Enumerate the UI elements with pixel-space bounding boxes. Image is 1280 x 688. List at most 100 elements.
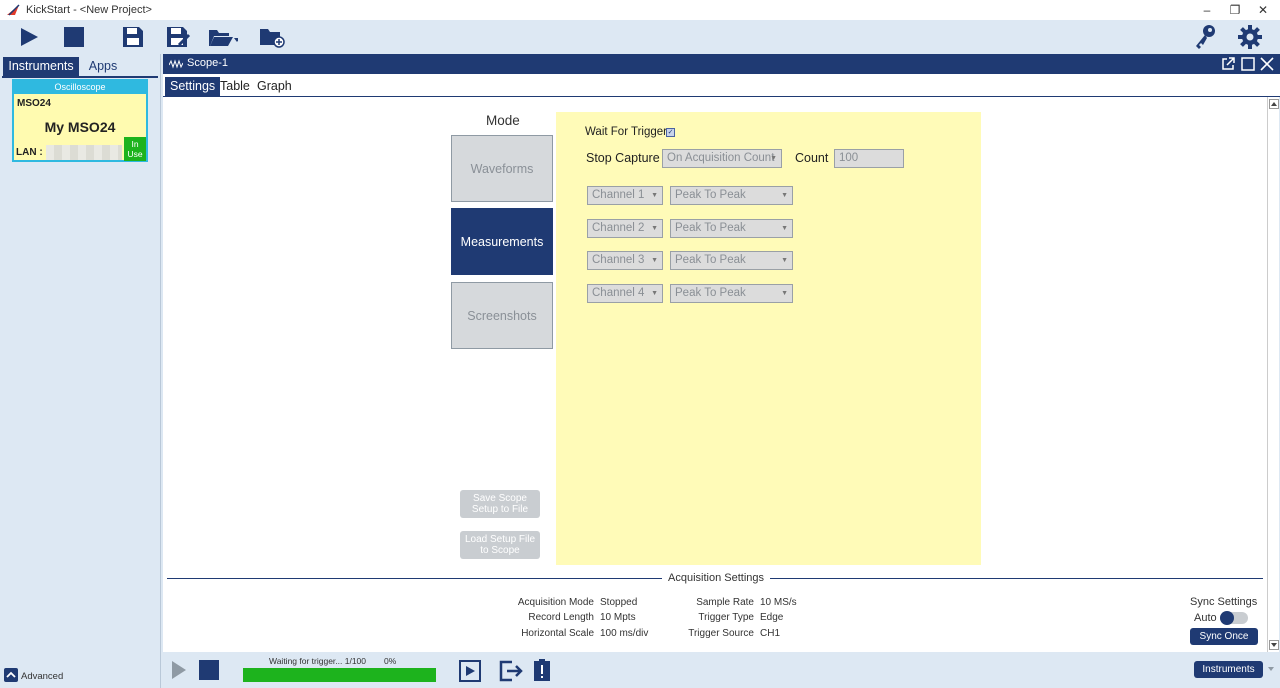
trigger-source-label: Trigger Source xyxy=(688,628,754,639)
trigger-type-label: Trigger Type xyxy=(698,612,754,623)
open-project-button[interactable] xyxy=(208,23,238,51)
tab-graph[interactable]: Graph xyxy=(252,77,297,96)
key-icon xyxy=(1196,25,1215,49)
progress-percent: 0% xyxy=(384,656,397,666)
close-icon[interactable] xyxy=(1260,57,1274,71)
measurement-type-select-2[interactable]: Peak To Peak ▼ xyxy=(670,219,793,238)
minimize-button[interactable]: – xyxy=(1196,2,1218,18)
instruments-button[interactable]: Instruments xyxy=(1194,661,1263,678)
open-folder-icon xyxy=(209,30,238,46)
channel-select-value: Channel 4 xyxy=(592,287,645,299)
single-acquisition-icon[interactable] xyxy=(459,660,481,682)
dropdown-arrow-icon: ▼ xyxy=(781,192,788,199)
sample-rate-value: 10 MS/s xyxy=(760,597,797,608)
tab-apps[interactable]: Apps xyxy=(80,57,126,76)
toggle-knob xyxy=(1220,611,1234,625)
progress-fill xyxy=(243,668,436,682)
stop-button[interactable] xyxy=(59,23,89,51)
advanced-toggle[interactable] xyxy=(4,668,18,682)
instrument-model: MSO24 xyxy=(17,98,51,109)
play-icon[interactable] xyxy=(170,659,188,681)
save-as-icon xyxy=(167,27,191,47)
auto-sync-toggle[interactable] xyxy=(1220,611,1248,625)
maximize-icon[interactable] xyxy=(1241,57,1255,71)
save-scope-setup-button[interactable]: Save Scope Setup to File xyxy=(460,490,540,518)
acquisition-mode-label: Acquisition Mode xyxy=(517,597,594,608)
instrument-name: My MSO24 xyxy=(44,119,116,135)
tab-instruments[interactable]: Instruments xyxy=(3,57,79,76)
record-length-value: 10 Mpts xyxy=(600,612,636,623)
play-icon xyxy=(21,28,38,46)
scope-window-header: Scope-1 xyxy=(163,54,1280,74)
measurement-type-select-3[interactable]: Peak To Peak ▼ xyxy=(670,251,793,270)
channel-select-3[interactable]: Channel 3 ▼ xyxy=(587,251,663,270)
restore-button[interactable]: ❐ xyxy=(1224,2,1246,18)
measurement-settings-panel xyxy=(556,112,981,565)
channel-select-1[interactable]: Channel 1 ▼ xyxy=(587,186,663,205)
tab-table[interactable]: Table xyxy=(215,77,255,96)
instrument-type: Oscilloscope xyxy=(14,81,146,94)
measurement-type-value: Peak To Peak xyxy=(675,254,746,266)
channel-select-value: Channel 3 xyxy=(592,254,645,266)
sync-once-button[interactable]: Sync Once xyxy=(1190,628,1258,645)
scroll-up-icon[interactable] xyxy=(1269,99,1279,109)
stop-icon[interactable] xyxy=(198,659,220,681)
vertical-scrollbar[interactable] xyxy=(1267,97,1279,652)
auto-sync-label: Auto xyxy=(1194,612,1217,624)
save-button[interactable] xyxy=(118,23,148,51)
redacted-address xyxy=(46,145,122,160)
measurement-type-value: Peak To Peak xyxy=(675,189,746,201)
scope-title: Scope-1 xyxy=(187,57,228,69)
advanced-label: Advanced xyxy=(21,671,64,682)
channel-select-value: Channel 1 xyxy=(592,189,645,201)
channel-select-2[interactable]: Channel 2 ▼ xyxy=(587,219,663,238)
progress-bar xyxy=(243,668,436,682)
close-button[interactable]: ✕ xyxy=(1252,2,1274,18)
popout-icon[interactable] xyxy=(1221,57,1235,71)
channel-select-4[interactable]: Channel 4 ▼ xyxy=(587,284,663,303)
alert-log-icon[interactable] xyxy=(533,658,551,682)
new-folder-button[interactable] xyxy=(257,23,287,51)
wait-for-trigger-label: Wait For Trigger xyxy=(585,126,668,138)
main-toolbar xyxy=(0,20,1280,54)
scroll-down-icon[interactable] xyxy=(1269,640,1279,650)
count-label: Count xyxy=(795,151,829,165)
save-as-button[interactable] xyxy=(163,23,193,51)
dropdown-arrow-icon: ▼ xyxy=(770,155,777,162)
wait-for-trigger-checkbox[interactable]: ✓ xyxy=(666,128,675,137)
dropdown-arrow-icon: ▼ xyxy=(781,290,788,297)
scope-tabs: Settings Table Graph xyxy=(163,74,1280,97)
dropdown-arrow-icon: ▼ xyxy=(781,225,788,232)
tab-settings[interactable]: Settings xyxy=(165,77,221,96)
dropdown-arrow-icon: ▼ xyxy=(781,257,788,264)
license-button[interactable] xyxy=(1190,23,1220,51)
save-icon xyxy=(123,27,143,47)
status-bar: Waiting for trigger... 1/100 0% Instrume… xyxy=(163,652,1280,688)
run-button[interactable] xyxy=(14,23,44,51)
count-input[interactable]: 100 xyxy=(834,149,904,168)
measurement-type-select-4[interactable]: Peak To Peak ▼ xyxy=(670,284,793,303)
dropdown-arrow-icon: ▼ xyxy=(651,257,658,264)
trigger-source-value: CH1 xyxy=(760,628,781,639)
chevron-down-icon[interactable] xyxy=(1267,665,1275,673)
acquisition-settings-title: Acquisition Settings xyxy=(662,572,770,584)
dropdown-arrow-icon: ▼ xyxy=(651,192,658,199)
measurement-type-value: Peak To Peak xyxy=(675,222,746,234)
chevron-up-icon xyxy=(6,671,16,678)
gear-icon xyxy=(1238,25,1262,49)
measurement-type-select-1[interactable]: Peak To Peak ▼ xyxy=(670,186,793,205)
load-setup-button[interactable]: Load Setup File to Scope xyxy=(460,531,540,559)
settings-button[interactable] xyxy=(1235,23,1265,51)
title-bar: KickStart - <New Project> – ❐ ✕ xyxy=(0,0,1280,20)
mode-waveforms-button[interactable]: Waveforms xyxy=(451,135,553,202)
stop-capture-value: On Acquisition Count xyxy=(667,152,775,164)
connection-label: LAN : xyxy=(16,147,43,158)
mode-label: Mode xyxy=(486,113,520,128)
instrument-card[interactable]: Oscilloscope MSO24 My MSO24 LAN : In Use xyxy=(12,79,148,162)
mode-screenshots-button[interactable]: Screenshots xyxy=(451,282,553,349)
kickstart-logo-icon xyxy=(7,4,20,16)
horizontal-scale-label: Horizontal Scale xyxy=(521,628,594,639)
export-icon[interactable] xyxy=(499,660,523,682)
stop-capture-select[interactable]: On Acquisition Count ▼ xyxy=(662,149,782,168)
mode-measurements-button[interactable]: Measurements xyxy=(451,208,553,275)
